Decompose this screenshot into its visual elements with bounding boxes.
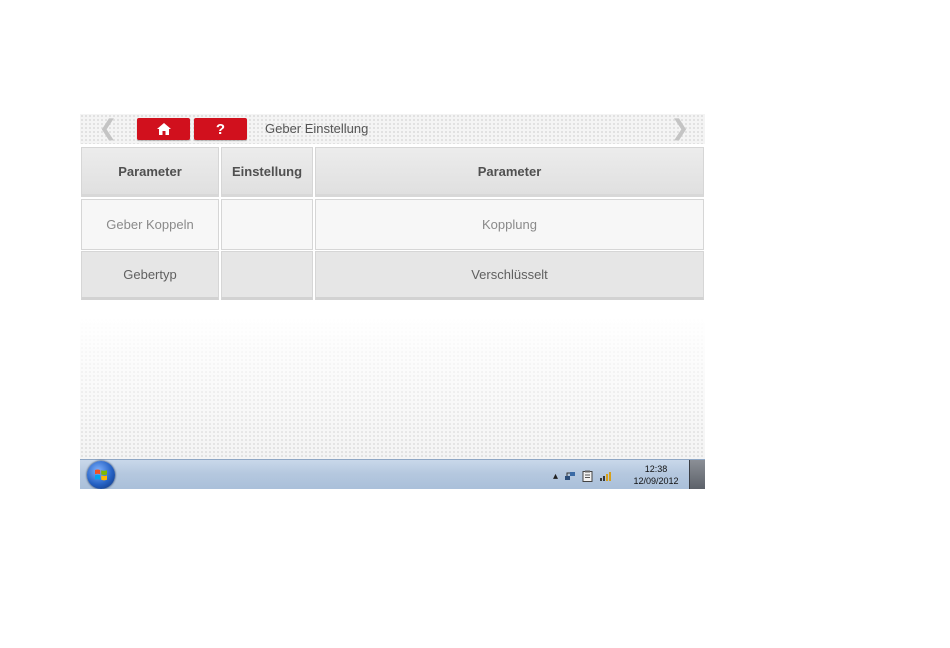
chevron-right-icon[interactable]: ❯ — [670, 117, 690, 141]
windows-logo-icon — [95, 469, 107, 481]
taskbar-clock[interactable]: 12:38 12/09/2012 — [627, 463, 685, 487]
help-button[interactable]: ? — [194, 118, 247, 140]
table-row-cell-value[interactable]: Kopplung — [315, 199, 704, 250]
home-icon — [156, 123, 171, 135]
column-header-parameter: Parameter — [81, 147, 219, 197]
app-screen: ❮ ? Geber Einstellung ❯ Parameter Einste… — [80, 114, 705, 489]
clock-date: 12/09/2012 — [633, 476, 679, 486]
table-row-cell-name[interactable]: Gebertyp — [81, 251, 219, 300]
start-button[interactable] — [87, 461, 115, 489]
top-toolbar: ❮ ? Geber Einstellung ❯ — [80, 114, 705, 144]
table-row-cell-value[interactable]: Verschlüsselt — [315, 251, 704, 300]
home-button[interactable] — [137, 118, 190, 140]
tray-arrow-icon[interactable]: ▴ — [553, 471, 558, 482]
clipboard-icon[interactable] — [582, 470, 593, 482]
table-row-cell-setting[interactable] — [221, 199, 313, 250]
help-label: ? — [215, 120, 226, 138]
chevron-left-icon[interactable]: ❮ — [98, 117, 118, 141]
table-row-cell-setting[interactable] — [221, 251, 313, 300]
column-header-einstellung: Einstellung — [221, 147, 313, 197]
network-icon[interactable] — [564, 470, 576, 482]
taskbar: ▴ 12:38 12/09/2012 — [80, 459, 705, 489]
column-header-parameter-2: Parameter — [315, 147, 704, 197]
show-desktop-button[interactable] — [689, 460, 705, 489]
signal-icon[interactable] — [599, 470, 612, 482]
table-row-cell-name[interactable]: Geber Koppeln — [81, 199, 219, 250]
system-tray: ▴ — [553, 468, 612, 484]
page-title: Geber Einstellung — [265, 121, 369, 136]
clock-time: 12:38 — [644, 464, 668, 474]
